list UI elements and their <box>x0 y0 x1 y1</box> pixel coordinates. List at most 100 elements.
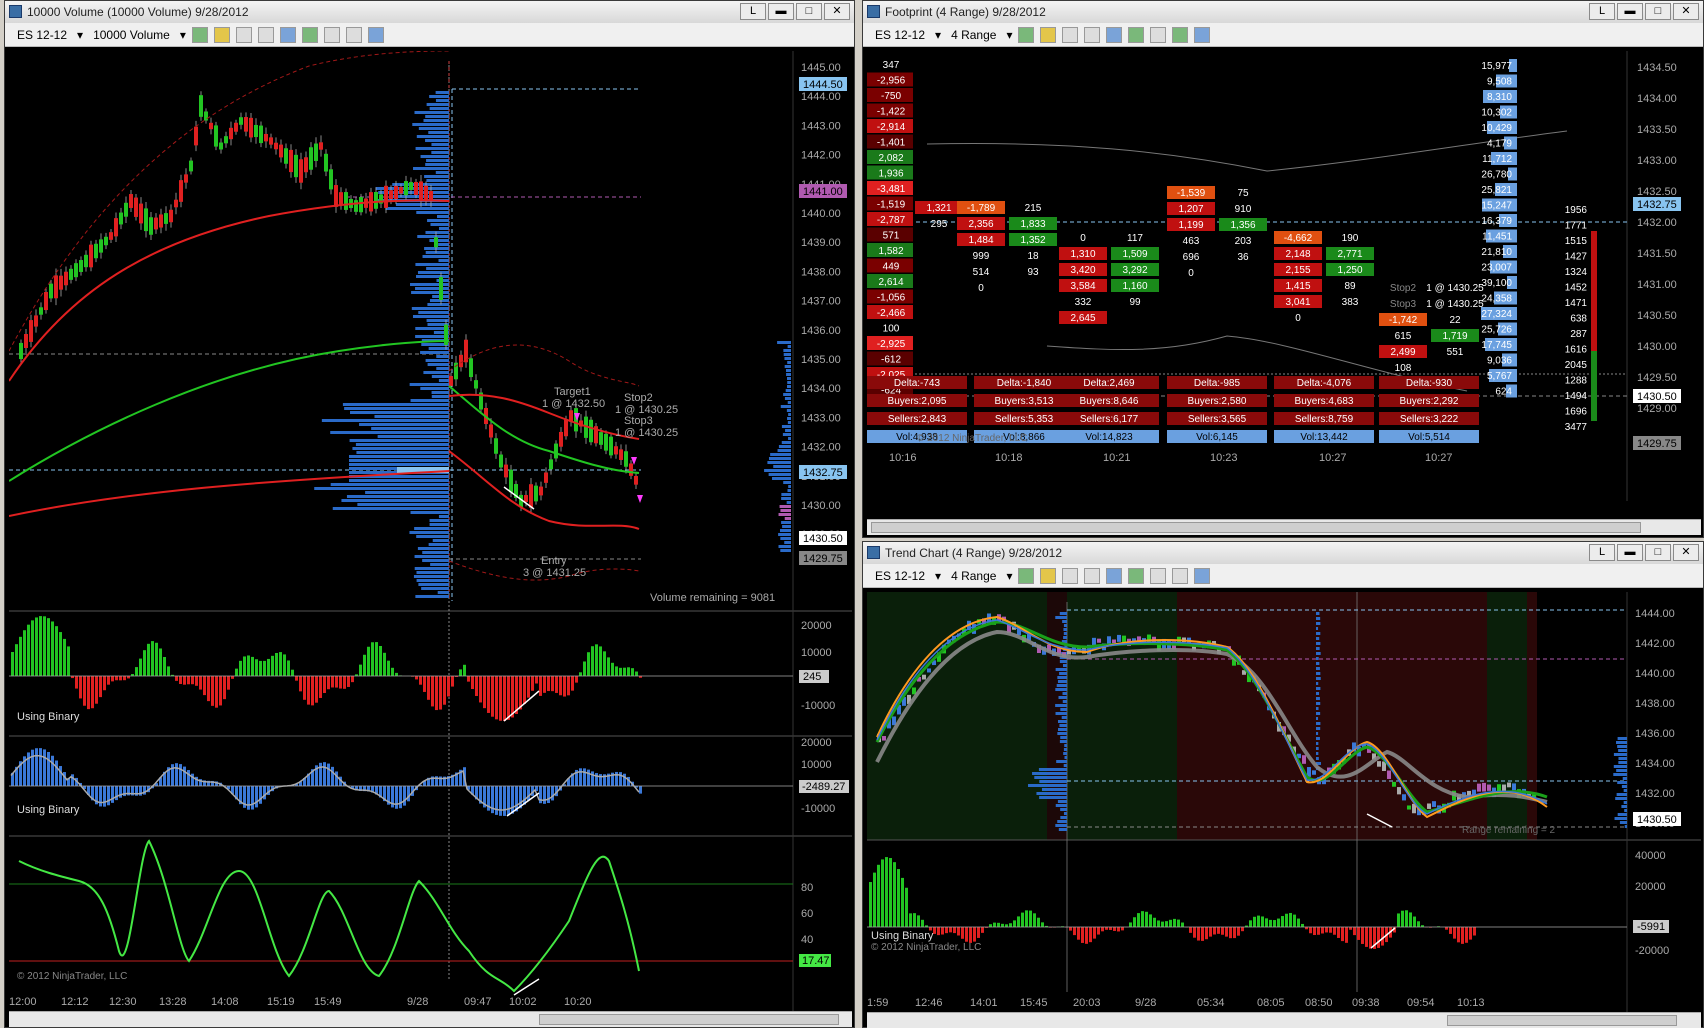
price-marker-text: 1430.50 <box>1637 391 1677 403</box>
maximize-button[interactable]: □ <box>796 3 822 20</box>
time-tick: 09:47 <box>464 996 492 1008</box>
close-button[interactable]: ✕ <box>1673 3 1699 20</box>
volume-bar <box>772 477 791 480</box>
pencil-icon[interactable] <box>1040 567 1057 584</box>
minimize-button[interactable]: ▬ <box>1617 544 1643 561</box>
scrollbar-thumb[interactable] <box>1447 1015 1677 1026</box>
crosshair-icon[interactable] <box>257 26 274 43</box>
pencil-icon[interactable] <box>1040 26 1057 43</box>
bar-type-icon[interactable] <box>1018 26 1035 43</box>
horizontal-scrollbar[interactable] <box>867 1012 1701 1028</box>
bar-type-icon[interactable] <box>1018 567 1035 584</box>
volume-bar <box>1591 231 1597 361</box>
horizontal-scrollbar[interactable] <box>867 519 1701 535</box>
time-tick: 12:30 <box>109 996 137 1008</box>
link-button[interactable]: L <box>1589 3 1615 20</box>
indicators-icon[interactable] <box>301 26 318 43</box>
strategies-icon[interactable] <box>1150 26 1167 43</box>
volume-chart-titlebar[interactable]: 10000 Volume (10000 Volume) 9/28/2012 L … <box>5 1 854 23</box>
volume-price-chart[interactable]: 1445.00 1444.00 1443.00 1442.00 1441.00 1440.… <box>9 51 852 1011</box>
indicators-icon[interactable] <box>1128 567 1145 584</box>
instrument-selector[interactable]: ES 12-12 <box>13 23 71 47</box>
strategies-icon[interactable] <box>323 26 340 43</box>
time-tick: 10:20 <box>564 996 592 1008</box>
chevron-down-icon[interactable]: ▾ <box>935 23 941 47</box>
hist-bar <box>319 762 322 786</box>
cursor-icon[interactable] <box>1062 567 1079 584</box>
maximize-button[interactable]: □ <box>1645 544 1671 561</box>
zoom-icon[interactable] <box>279 26 296 43</box>
candle <box>419 181 423 201</box>
chevron-down-icon[interactable]: ▾ <box>180 23 186 47</box>
properties-icon[interactable] <box>367 26 384 43</box>
link-button[interactable]: L <box>740 3 766 20</box>
hist-bar <box>869 882 872 927</box>
period-selector[interactable]: 4 Range <box>947 23 1000 47</box>
hist-bar <box>359 664 362 676</box>
volume-bar <box>359 423 449 426</box>
volume-bar <box>422 559 449 562</box>
cursor-icon[interactable] <box>235 26 252 43</box>
hist-bar <box>901 877 904 927</box>
candle <box>59 275 63 290</box>
link-button[interactable]: L <box>1589 544 1615 561</box>
chart-trader-icon[interactable] <box>345 26 362 43</box>
chevron-down-icon[interactable]: ▾ <box>1006 23 1012 47</box>
minimize-button[interactable]: ▬ <box>1617 3 1643 20</box>
trend-titlebar[interactable]: Trend Chart (4 Range) 9/28/2012 L ▬ □ ✕ <box>863 542 1703 564</box>
properties-icon[interactable] <box>1194 26 1211 43</box>
cursor-icon[interactable] <box>1062 26 1079 43</box>
footprint-value: 463 <box>1183 236 1200 247</box>
zoom-icon[interactable] <box>1106 567 1123 584</box>
candle <box>74 263 78 278</box>
properties-icon[interactable] <box>1194 567 1211 584</box>
hist-bar <box>399 786 402 809</box>
crosshair-icon[interactable] <box>1084 567 1101 584</box>
footprint-chart[interactable]: 347 -2,956 -750 -1,422 -2,914 -1,401 2,082 1,93… <box>867 51 1701 519</box>
volume-bar <box>425 163 449 166</box>
close-button[interactable]: ✕ <box>824 3 850 20</box>
chevron-down-icon[interactable]: ▾ <box>77 23 83 47</box>
hist-bar <box>191 773 194 786</box>
trend-chart[interactable]: Range remaining = 2 1444.00 1442.00 1440.0… <box>867 592 1701 1012</box>
delta-value: -612 <box>881 355 901 366</box>
volume-bar <box>1064 756 1067 759</box>
chevron-down-icon[interactable]: ▾ <box>1006 564 1012 588</box>
footprint-titlebar[interactable]: Footprint (4 Range) 9/28/2012 L ▬ □ ✕ <box>863 1 1703 23</box>
scrollbar-thumb[interactable] <box>539 1014 839 1025</box>
hist-bar <box>913 913 916 927</box>
instrument-selector[interactable]: ES 12-12 <box>871 23 929 47</box>
hist-bar <box>103 676 106 691</box>
hist-bar <box>1069 927 1072 931</box>
zoom-icon[interactable] <box>1106 26 1123 43</box>
hist-bar <box>491 676 494 717</box>
candle <box>314 143 318 161</box>
hist-bar <box>615 666 618 676</box>
maximize-button[interactable]: □ <box>1645 3 1671 20</box>
hist-bar <box>259 660 262 676</box>
candle <box>927 668 931 673</box>
volume-value: 27,324 <box>1481 309 1512 320</box>
close-button[interactable]: ✕ <box>1673 544 1699 561</box>
footprint-value: 3,292 <box>1122 265 1147 276</box>
period-selector[interactable]: 10000 Volume <box>89 23 174 47</box>
indicators-icon[interactable] <box>1128 26 1145 43</box>
hist-bar <box>271 655 274 676</box>
hist-bar <box>143 650 146 676</box>
delta-value: -2,466 <box>877 308 906 319</box>
instrument-selector[interactable]: ES 12-12 <box>871 564 929 588</box>
chevron-down-icon[interactable]: ▾ <box>935 564 941 588</box>
delta-value: 449 <box>883 262 900 273</box>
crosshair-icon[interactable] <box>1084 26 1101 43</box>
minimize-button[interactable]: ▬ <box>768 3 794 20</box>
pencil-icon[interactable] <box>213 26 230 43</box>
strategies-icon[interactable] <box>1150 567 1167 584</box>
period-selector[interactable]: 4 Range <box>947 564 1000 588</box>
candle <box>34 315 38 327</box>
horizontal-scrollbar[interactable] <box>9 1011 852 1027</box>
dollar-icon[interactable] <box>1172 26 1189 43</box>
footprint-value: 3,584 <box>1070 281 1095 292</box>
scrollbar-thumb[interactable] <box>871 522 1641 533</box>
chart-trader-icon[interactable] <box>1172 567 1189 584</box>
bar-type-icon[interactable] <box>191 26 208 43</box>
